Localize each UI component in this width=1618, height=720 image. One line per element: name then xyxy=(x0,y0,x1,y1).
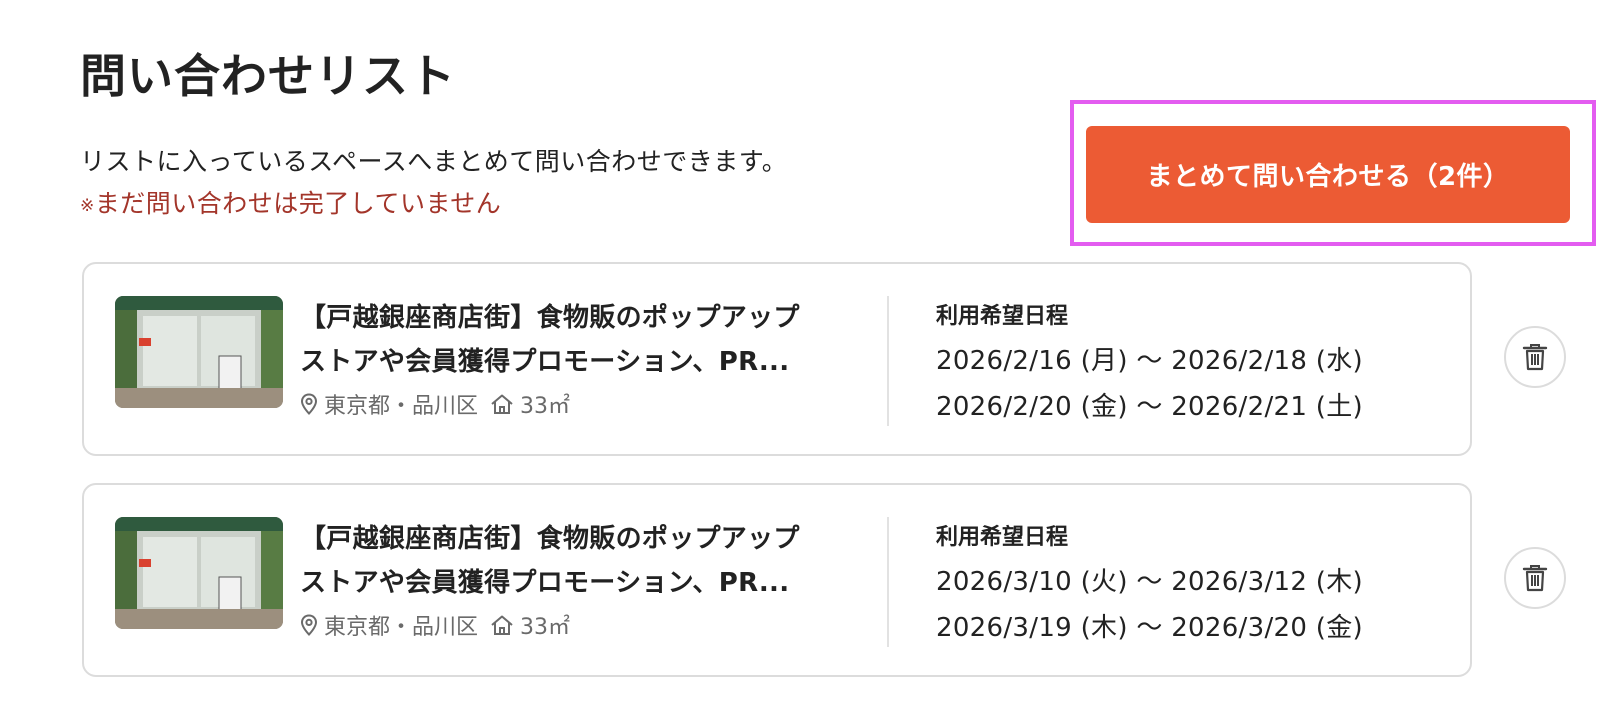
space-meta: 東京都・品川区 33㎡ xyxy=(300,609,570,641)
date-range: 2026/3/10 (火) 〜 2026/3/12 (木) xyxy=(936,567,1363,597)
space-title-line2: ストアや会員獲得プロモーション、PR... xyxy=(300,347,790,377)
schedule-label: 利用希望日程 xyxy=(936,525,1069,550)
space-thumbnail[interactable] xyxy=(115,517,283,629)
space-card: 【戸越銀座商店街】食物販のポップアップ ストアや会員獲得プロモーション、PR...… xyxy=(82,483,1472,677)
space-title-line1: 【戸越銀座商店街】食物販のポップアップ xyxy=(300,303,800,333)
space-thumbnail[interactable] xyxy=(115,296,283,408)
house-icon xyxy=(491,615,513,635)
delete-button[interactable] xyxy=(1504,547,1566,609)
schedule-label: 利用希望日程 xyxy=(936,304,1069,329)
warning-mark: ※ xyxy=(80,196,95,216)
space-area: 33㎡ xyxy=(520,615,571,640)
space-area: 33㎡ xyxy=(520,394,571,419)
card-divider xyxy=(887,296,889,426)
date-range: 2026/2/16 (月) 〜 2026/2/18 (水) xyxy=(936,346,1363,376)
bulk-contact-button[interactable]: まとめて問い合わせる（2件） xyxy=(1086,126,1570,223)
space-meta: 東京都・品川区 33㎡ xyxy=(300,388,570,420)
page-description: リストに入っているスペースへまとめて問い合わせできます。 xyxy=(80,147,788,176)
warning-note: ※まだ問い合わせは完了していません xyxy=(80,184,501,220)
trash-icon xyxy=(1522,565,1548,592)
space-location: 東京都・品川区 xyxy=(324,394,479,419)
warning-text: まだ問い合わせは完了していません xyxy=(94,189,502,218)
space-title[interactable]: 【戸越銀座商店街】食物販のポップアップ ストアや会員獲得プロモーション、PR... xyxy=(300,296,830,384)
space-card: 【戸越銀座商店街】食物販のポップアップ ストアや会員獲得プロモーション、PR...… xyxy=(82,262,1472,456)
map-pin-icon xyxy=(300,614,318,636)
page-title: 問い合わせリスト xyxy=(80,49,456,103)
space-title-line2: ストアや会員獲得プロモーション、PR... xyxy=(300,568,790,598)
space-title[interactable]: 【戸越銀座商店街】食物販のポップアップ ストアや会員獲得プロモーション、PR... xyxy=(300,517,830,605)
map-pin-icon xyxy=(300,393,318,415)
trash-icon xyxy=(1522,344,1548,371)
space-title-line1: 【戸越銀座商店街】食物販のポップアップ xyxy=(300,524,800,554)
date-range: 2026/3/19 (木) 〜 2026/3/20 (金) xyxy=(936,613,1363,643)
house-icon xyxy=(491,394,513,414)
delete-button[interactable] xyxy=(1504,326,1566,388)
date-range: 2026/2/20 (金) 〜 2026/2/21 (土) xyxy=(936,392,1363,422)
space-location: 東京都・品川区 xyxy=(324,615,479,640)
card-divider xyxy=(887,517,889,647)
